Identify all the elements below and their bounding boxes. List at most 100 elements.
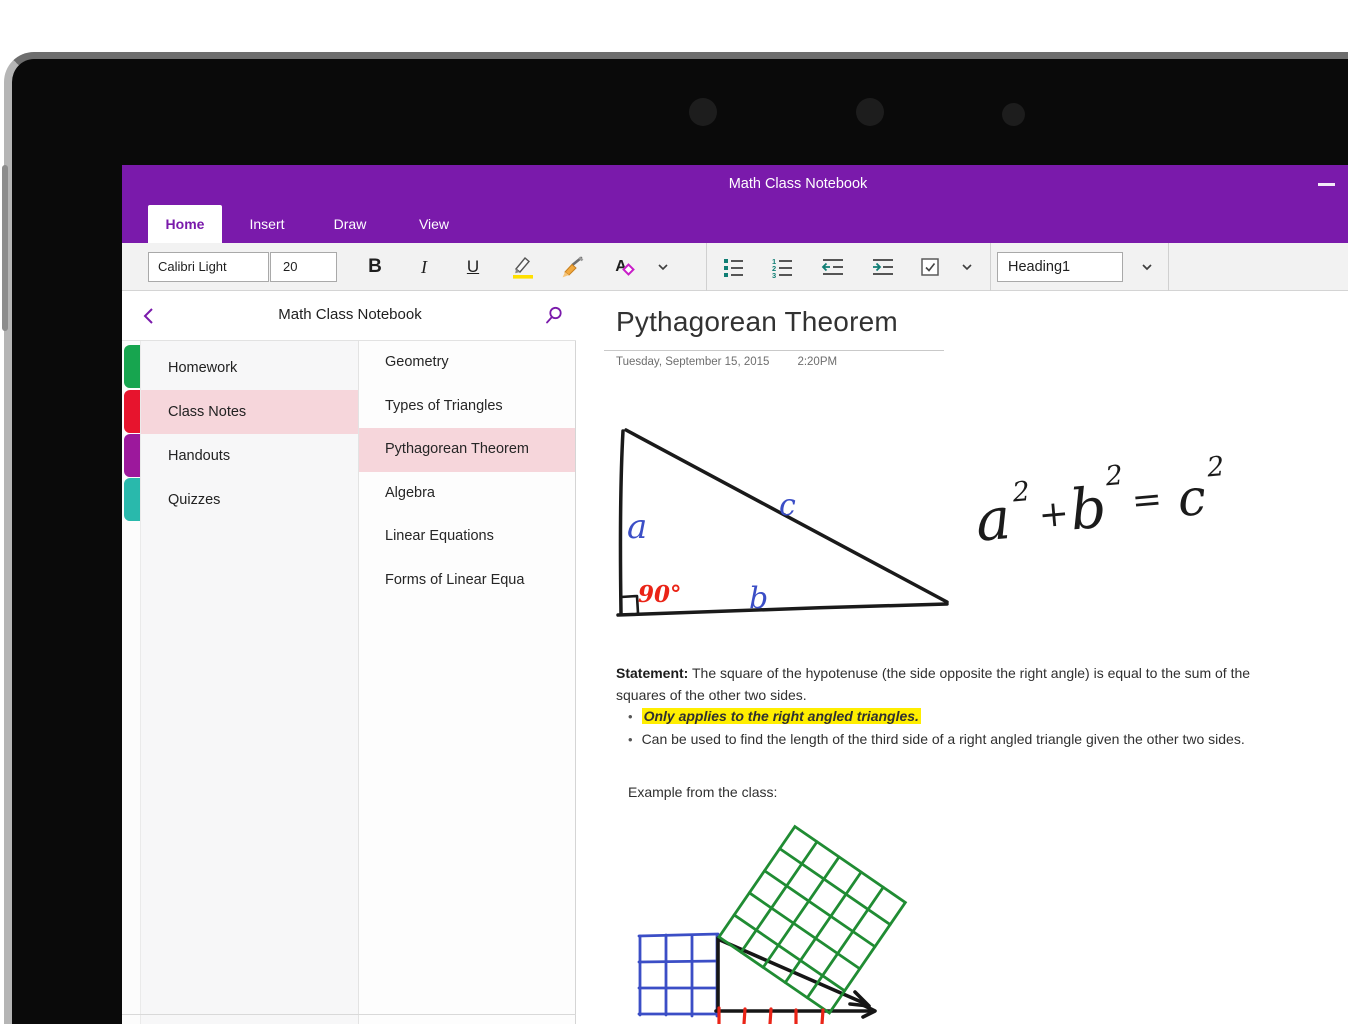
statement-body: The square of the hypotenuse (the side o… <box>616 665 1251 703</box>
blue-square-grid <box>637 932 720 1018</box>
window-title: Math Class Notebook <box>728 176 868 192</box>
underline-button[interactable]: U <box>456 251 490 283</box>
notebook-title: Math Class Notebook <box>278 306 422 323</box>
triangle-drawing <box>616 428 949 617</box>
section-color-tab-handouts[interactable] <box>124 434 140 477</box>
title-bar: Math Class Notebook <box>122 165 1348 205</box>
statement-bullets: Only applies to the right angled triangl… <box>628 705 1308 751</box>
sidebar-columns: Homework Class Notes Handouts Quizzes Ge… <box>122 341 576 1024</box>
svg-text:b: b <box>1068 476 1109 544</box>
svg-text:3: 3 <box>772 271 776 278</box>
tab-home[interactable]: Home <box>148 205 222 243</box>
bullet-list-icon <box>724 259 743 277</box>
example-label: Example from the class: <box>628 784 778 800</box>
toolbar-divider <box>1168 243 1169 291</box>
section-color-tab-quizzes[interactable] <box>124 478 140 521</box>
clear-formatting-button[interactable]: A <box>604 251 638 283</box>
bullet-list-button[interactable] <box>716 251 750 283</box>
page-row-algebra[interactable]: Algebra <box>359 472 575 516</box>
app-window: Math Class Notebook Home Insert Draw Vie… <box>122 165 1348 1024</box>
numbered-list-button[interactable]: 1 2 3 <box>765 251 799 283</box>
bullet-item: Can be used to find the length of the th… <box>628 728 1308 751</box>
font-name-select[interactable]: Calibri Light <box>148 252 269 282</box>
increase-indent-icon <box>873 259 893 275</box>
example-triangle <box>714 936 877 1019</box>
page-row-pythagorean-theorem[interactable]: Pythagorean Theorem <box>359 428 575 472</box>
svg-text:a: a <box>627 507 647 547</box>
svg-text:b: b <box>749 581 768 616</box>
triangle-labels: a c b 90° <box>627 488 796 616</box>
section-color-rail <box>122 341 141 1024</box>
todo-checkbox-icon <box>920 257 939 276</box>
stage: Math Class Notebook Home Insert Draw Vie… <box>0 0 1348 1024</box>
svg-text:2: 2 <box>1205 451 1226 483</box>
svg-text:+: + <box>1037 493 1071 536</box>
style-dropdown-chevron-icon[interactable] <box>1130 251 1164 283</box>
section-row-quizzes[interactable]: Quizzes <box>141 478 358 522</box>
title-underline <box>604 350 944 351</box>
equation-ink: a 2 + b 2 = c 2 <box>973 451 1226 555</box>
svg-text:c: c <box>1175 468 1208 528</box>
tab-view[interactable]: View <box>393 205 475 243</box>
page-time: 2:20PM <box>797 356 838 368</box>
bullet-item: Only applies to the right angled triangl… <box>628 705 1308 728</box>
section-row-class-notes[interactable]: Class Notes <box>141 390 358 434</box>
italic-button[interactable]: I <box>407 251 441 283</box>
pages-list: Geometry Types of Triangles Pythagorean … <box>358 341 575 1024</box>
page-date: Tuesday, September 15, 2015 <box>616 356 770 368</box>
highlighter-icon <box>513 256 533 279</box>
section-color-tab-class-notes[interactable] <box>124 390 140 433</box>
numbered-list-icon: 1 2 3 <box>772 257 792 278</box>
page-row-types-of-triangles[interactable]: Types of Triangles <box>359 385 575 429</box>
sections-list: Homework Class Notes Handouts Quizzes <box>141 341 358 1024</box>
ribbon-tab-row: Home Insert Draw View ↶ <box>122 205 1348 273</box>
svg-text:2: 2 <box>1010 476 1031 508</box>
bezel-reflection <box>1002 103 1025 126</box>
page-canvas[interactable]: Pythagorean Theorem Tuesday, September 1… <box>576 291 1348 1024</box>
bezel-reflection <box>856 98 884 126</box>
todo-tag-button[interactable] <box>913 251 947 283</box>
increase-indent-button[interactable] <box>866 251 900 283</box>
page-dateline: Tuesday, September 15, 2015 2:20PM <box>616 356 837 368</box>
decrease-indent-icon <box>821 259 843 275</box>
search-icon[interactable] <box>544 305 564 325</box>
back-icon[interactable] <box>140 305 160 327</box>
highlighter-button[interactable] <box>505 251 539 283</box>
svg-text:=: = <box>1130 479 1164 522</box>
red-square-grid <box>717 1006 825 1024</box>
clear-formatting-icon: A <box>615 258 636 276</box>
highlighted-text: Only applies to the right angled triangl… <box>641 708 921 724</box>
chevron-down-icon[interactable] <box>950 251 984 283</box>
tab-insert[interactable]: Insert <box>225 205 309 243</box>
right-angle-label: 90° <box>638 581 682 608</box>
chevron-down-icon[interactable] <box>646 251 680 283</box>
bold-button[interactable]: B <box>358 251 392 283</box>
page-row-linear-equations[interactable]: Linear Equations <box>359 515 575 559</box>
font-size-select[interactable]: 20 <box>270 252 337 282</box>
bezel-reflection <box>689 98 717 126</box>
svg-text:2: 2 <box>1103 460 1124 492</box>
paragraph-style-select[interactable]: Heading1 <box>997 252 1123 282</box>
page-row-geometry[interactable]: Geometry <box>359 341 575 385</box>
statement-paragraph: Statement: The square of the hypotenuse … <box>616 663 1288 706</box>
minimize-button[interactable] <box>1318 183 1335 186</box>
toolbar-divider <box>706 243 707 291</box>
tab-draw[interactable]: Draw <box>309 205 391 243</box>
svg-text:c: c <box>779 488 796 523</box>
page-title: Pythagorean Theorem <box>616 306 898 337</box>
format-painter-button[interactable] <box>555 251 589 283</box>
decrease-indent-button[interactable] <box>816 251 850 283</box>
sidebar-header: Math Class Notebook <box>122 291 576 341</box>
tablet-side-button <box>2 165 8 331</box>
green-square-grid <box>717 824 908 1015</box>
formatting-toolbar: Calibri Light 20 B I U A 1 2 3 Heading1 <box>122 243 1348 291</box>
section-row-handouts[interactable]: Handouts <box>141 434 358 478</box>
sidebar-bottom-divider <box>122 1014 576 1015</box>
page-row-forms-of-linear-equa[interactable]: Forms of Linear Equa <box>359 559 575 603</box>
toolbar-divider <box>990 243 991 291</box>
statement-label: Statement: <box>616 665 689 681</box>
section-color-tab-homework[interactable] <box>124 345 140 388</box>
app-body: Math Class Notebook Homework Class Notes… <box>122 291 1348 1024</box>
section-row-homework[interactable]: Homework <box>141 346 358 390</box>
format-painter-icon <box>562 256 584 278</box>
